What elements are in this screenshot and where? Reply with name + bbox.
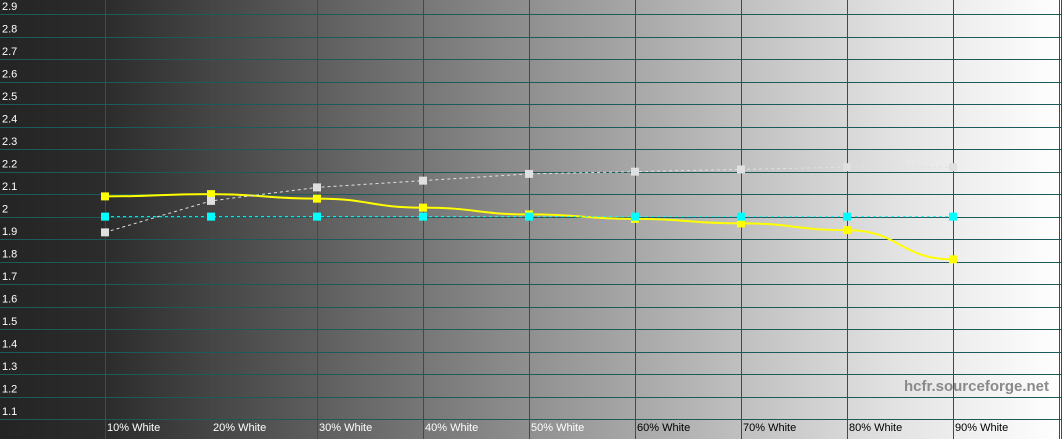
y-tick-label: 2.3	[2, 136, 17, 148]
x-tick-label: 60% White	[637, 422, 690, 434]
data-point	[843, 226, 851, 235]
data-point	[949, 212, 957, 221]
data-point	[631, 167, 639, 176]
x-tick-label: 70% White	[743, 422, 796, 434]
x-tick-label: 90% White	[955, 422, 1008, 434]
y-tick-label: 2.4	[2, 114, 17, 126]
x-tick-label: 30% White	[319, 422, 372, 434]
y-tick-label: 2.2	[2, 159, 17, 171]
watermark: hcfr.sourceforge.net	[904, 378, 1049, 395]
y-tick-label: 2.7	[2, 46, 17, 58]
y-tick-label: 1.7	[2, 271, 17, 283]
gamma-chart: 1.1 1.2 1.3 1.4 1.5 1.6 1.7 1.8 1.9 2 2.1 2.2 2.3 2.4…	[0, 0, 1062, 439]
y-tick-label: 2.8	[2, 24, 17, 36]
data-point	[843, 163, 851, 172]
data-point	[419, 212, 427, 221]
data-point	[525, 169, 533, 178]
y-tick-label: 2.1	[2, 181, 17, 193]
data-point	[949, 163, 957, 172]
data-point	[631, 212, 639, 221]
data-point	[207, 196, 215, 205]
data-point	[525, 212, 533, 221]
y-tick-label: 1.2	[2, 384, 17, 396]
data-point	[949, 255, 957, 264]
x-tick-label: 50% White	[531, 422, 584, 434]
data-point	[313, 212, 321, 221]
data-point	[313, 183, 321, 192]
data-point	[101, 192, 109, 201]
y-tick-label: 1.8	[2, 249, 17, 261]
x-tick-label: 80% White	[849, 422, 902, 434]
data-point	[843, 212, 851, 221]
data-point	[419, 176, 427, 185]
y-tick-label: 1.9	[2, 226, 17, 238]
y-tick-label: 1.6	[2, 294, 17, 306]
x-tick-label: 40% White	[425, 422, 478, 434]
x-tick-labels: 10% White 20% White 30% White 40% White 50% …	[107, 422, 1008, 434]
y-tick-label: 2.5	[2, 91, 17, 103]
y-tick-label: 1.4	[2, 339, 17, 351]
y-tick-label: 2.6	[2, 69, 17, 81]
y-tick-label: 1.5	[2, 316, 17, 328]
y-tick-label: 2.9	[2, 1, 17, 13]
y-tick-label: 2	[2, 204, 8, 216]
x-tick-label: 20% White	[213, 422, 266, 434]
chart-svg: 1.1 1.2 1.3 1.4 1.5 1.6 1.7 1.8 1.9 2 2.1 2.2 2.3 2.4…	[0, 0, 1062, 439]
data-point	[737, 165, 745, 174]
data-point	[313, 194, 321, 203]
x-tick-label: 10% White	[107, 422, 160, 434]
data-point	[101, 228, 109, 237]
data-point	[737, 212, 745, 221]
data-point	[101, 212, 109, 221]
y-tick-label: 1.3	[2, 361, 17, 373]
data-point	[419, 203, 427, 212]
data-point	[207, 212, 215, 221]
y-tick-label: 1.1	[2, 406, 17, 418]
